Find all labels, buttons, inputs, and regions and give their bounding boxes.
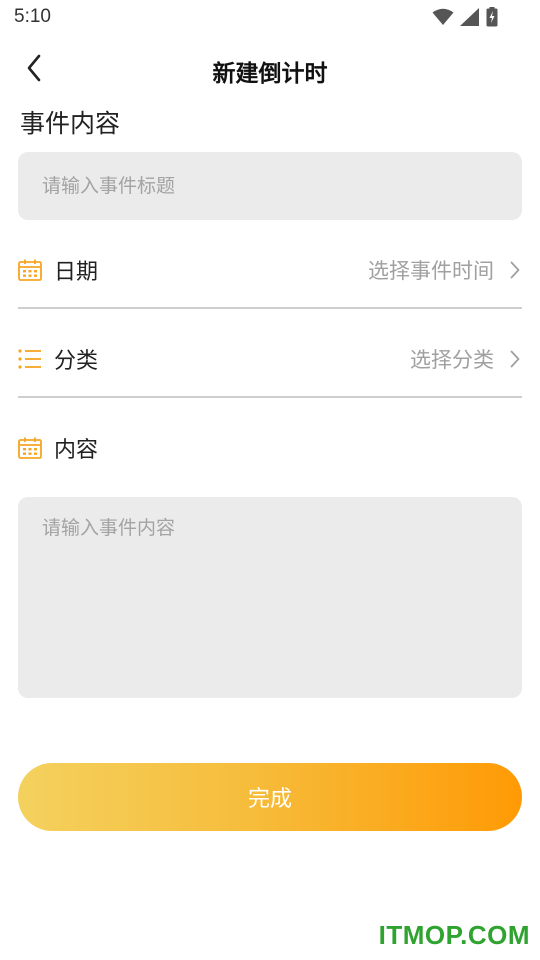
content-row: 内容 <box>18 418 98 478</box>
calendar-icon <box>18 258 42 282</box>
divider <box>18 396 522 398</box>
chevron-right-icon <box>508 258 522 282</box>
calendar-icon <box>18 436 42 460</box>
event-title-input[interactable] <box>18 152 522 220</box>
status-time: 5:10 <box>14 6 51 27</box>
event-section-label: 事件内容 <box>20 109 121 138</box>
signal-icon <box>460 8 480 26</box>
status-bar: 5:10 <box>0 0 540 36</box>
category-label: 分类 <box>54 349 99 374</box>
list-icon <box>18 347 42 371</box>
watermark-logo: ITMOP.COM <box>378 920 530 950</box>
content-label: 内容 <box>54 438 99 463</box>
category-row[interactable]: 分类 选择分类 <box>18 329 522 389</box>
category-value: 选择分类 <box>410 348 494 372</box>
page-title: 新建倒计时 <box>212 61 328 87</box>
event-content-textarea[interactable] <box>18 497 522 698</box>
wifi-icon <box>432 8 454 26</box>
done-button[interactable]: 完成 <box>18 763 522 831</box>
date-value: 选择事件时间 <box>368 259 494 283</box>
divider <box>18 307 522 309</box>
chevron-right-icon <box>508 347 522 371</box>
battery-charging-icon <box>486 7 498 27</box>
date-label: 日期 <box>54 260 99 285</box>
status-icons <box>432 7 498 27</box>
date-row[interactable]: 日期 选择事件时间 <box>18 240 522 300</box>
header: 新建倒计时 <box>0 40 540 100</box>
